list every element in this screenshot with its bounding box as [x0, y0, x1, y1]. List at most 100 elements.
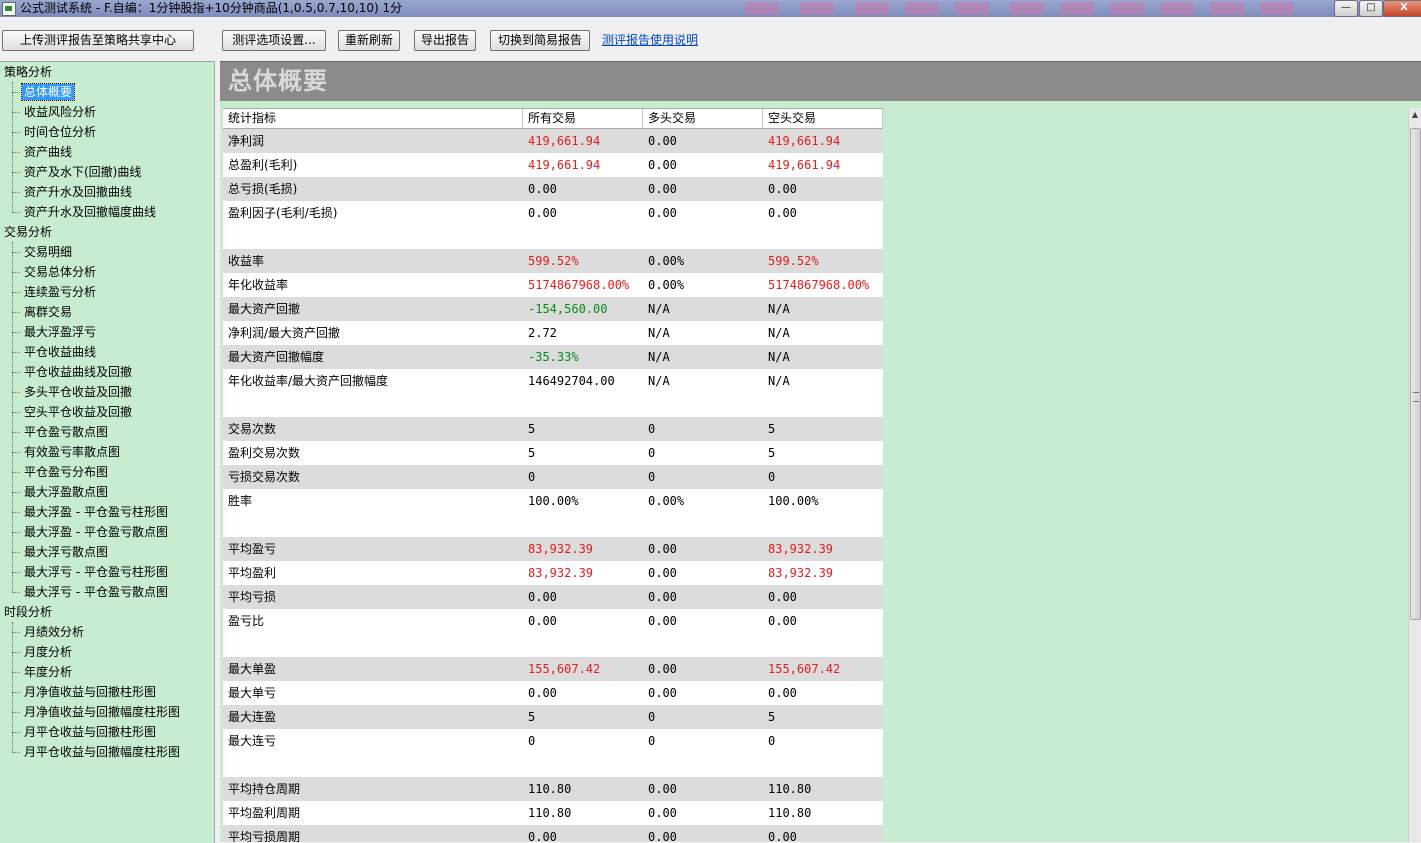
scroll-up-icon[interactable]: ▲ [1409, 108, 1421, 122]
table-row[interactable]: 盈亏比 0.00 0.00 0.00 [223, 609, 883, 657]
tree-item[interactable]: 最大浮亏 - 平仓盈亏柱形图 [0, 562, 214, 582]
table-row[interactable]: 收益率 599.52% 0.00% 599.52% [223, 249, 883, 273]
tree-item[interactable]: 最大浮盈 - 平仓盈亏柱形图 [0, 502, 214, 522]
long-trades-value: 0 [648, 422, 656, 436]
report-help-link[interactable]: 测评报告使用说明 [602, 31, 698, 48]
taskbar-blur [800, 2, 834, 15]
tree-item[interactable]: 资产升水及回撤幅度曲线 [0, 202, 214, 222]
table-row[interactable]: 总盈利(毛利) 419,661.94 0.00 419,661.94 [223, 153, 883, 177]
column-header[interactable]: 多头交易 [643, 109, 763, 128]
tree-item[interactable]: 资产及水下(回撤)曲线 [0, 162, 214, 182]
table-row[interactable]: 净利润/最大资产回撤 2.72 N/A N/A [223, 321, 883, 345]
tree-item-label: 有效盈亏率散点图 [24, 445, 121, 459]
table-row[interactable]: 年化收益率/最大资产回撤幅度 146492704.00 N/A N/A [223, 369, 883, 417]
tree-item[interactable]: 月平仓收益与回撤柱形图 [0, 722, 214, 742]
test-options-button[interactable]: 测评选项设置... [222, 30, 326, 51]
all-trades-value: 5174867968.00% [528, 278, 630, 292]
metric-name: 亏损交易次数 [228, 470, 301, 484]
metric-name: 平均盈利 [228, 566, 277, 580]
all-trades-value: -154,560.00 [528, 302, 608, 316]
tree-item[interactable]: 月净值收益与回撤幅度柱形图 [0, 702, 214, 722]
table-row[interactable]: 总亏损(毛损) 0.00 0.00 0.00 [223, 177, 883, 201]
table-row[interactable]: 平均亏损 0.00 0.00 0.00 [223, 585, 883, 609]
tree-item-label: 年度分析 [24, 665, 73, 679]
tree-item[interactable]: 交易明细 [0, 242, 214, 262]
table-row[interactable]: 平均亏损周期 0.00 0.00 0.00 [223, 825, 883, 842]
table-row[interactable]: 最大连盈 5 0 5 [223, 705, 883, 729]
tree-item[interactable]: 最大浮亏散点图 [0, 542, 214, 562]
refresh-button[interactable]: 重新刷新 [338, 30, 400, 51]
column-header[interactable]: 空头交易 [763, 109, 883, 128]
tree-item[interactable]: 总体概要 [0, 82, 214, 102]
metric-name: 胜率 [228, 494, 253, 508]
upload-report-button[interactable]: 上传测评报告至策略共享中心 [2, 30, 194, 51]
column-header[interactable]: 所有交易 [523, 109, 643, 128]
tree-item[interactable]: 资产升水及回撤曲线 [0, 182, 214, 202]
table-row[interactable]: 盈利交易次数 5 0 5 [223, 441, 883, 465]
tree-item[interactable]: 月度分析 [0, 642, 214, 662]
table-row[interactable]: 最大单亏 0.00 0.00 0.00 [223, 681, 883, 705]
tree-group-label[interactable]: 策略分析 [0, 62, 214, 82]
table-row[interactable]: 年化收益率 5174867968.00% 0.00% 5174867968.00% [223, 273, 883, 297]
tree-item[interactable]: 有效盈亏率散点图 [0, 442, 214, 462]
tree-item[interactable]: 离群交易 [0, 302, 214, 322]
all-trades-value: 0.00 [528, 590, 557, 604]
long-trades-value: 0 [648, 470, 656, 484]
tree-group-label[interactable]: 时段分析 [0, 602, 214, 622]
tree-item-label: 资产升水及回撤幅度曲线 [24, 205, 157, 219]
table-row[interactable]: 盈利因子(毛利/毛损) 0.00 0.00 0.00 [223, 201, 883, 249]
tree-item[interactable]: 最大浮盈 - 平仓盈亏散点图 [0, 522, 214, 542]
tree-item[interactable]: 年度分析 [0, 662, 214, 682]
taskbar-blur [1260, 2, 1294, 15]
tree-item[interactable]: 交易总体分析 [0, 262, 214, 282]
short-trades-value: 419,661.94 [768, 158, 841, 172]
tree-item[interactable]: 月净值收益与回撤柱形图 [0, 682, 214, 702]
table-row[interactable]: 最大资产回撤幅度 -35.33% N/A N/A [223, 345, 883, 369]
tree-item[interactable]: 收益风险分析 [0, 102, 214, 122]
section-header: 总体概要 [220, 61, 1421, 101]
tree-item[interactable]: 月绩效分析 [0, 622, 214, 642]
tree-group-label[interactable]: 交易分析 [0, 222, 214, 242]
table-row[interactable]: 平均持仓周期 110.80 0.00 110.80 [223, 777, 883, 801]
tree-item[interactable]: 空头平仓收益及回撤 [0, 402, 214, 422]
tree-item[interactable]: 平仓盈亏散点图 [0, 422, 214, 442]
tree-item[interactable]: 时间仓位分析 [0, 122, 214, 142]
all-trades-value: -35.33% [528, 350, 579, 364]
scroll-thumb[interactable] [1410, 128, 1421, 620]
table-row[interactable]: 平均盈利 83,932.39 0.00 83,932.39 [223, 561, 883, 585]
tree-item[interactable]: 最大浮盈浮亏 [0, 322, 214, 342]
tree-item[interactable]: 最大浮亏 - 平仓盈亏散点图 [0, 582, 214, 602]
export-report-button[interactable]: 导出报告 [414, 30, 476, 51]
tree-item[interactable]: 平仓收益曲线及回撤 [0, 362, 214, 382]
metric-name: 盈利因子(毛利/毛损) [228, 206, 338, 220]
close-button[interactable]: X [1383, 0, 1421, 17]
tree-item[interactable]: 最大浮盈散点图 [0, 482, 214, 502]
all-trades-value: 0.00 [528, 830, 557, 842]
tree-item[interactable]: 月平仓收益与回撤幅度柱形图 [0, 742, 214, 762]
tree-item[interactable]: 平仓盈亏分布图 [0, 462, 214, 482]
table-row[interactable]: 亏损交易次数 0 0 0 [223, 465, 883, 489]
switch-simple-report-button[interactable]: 切换到简易报告 [490, 30, 590, 51]
table-row[interactable]: 最大连亏 0 0 0 [223, 729, 883, 777]
metric-name: 最大单盈 [228, 662, 277, 676]
all-trades-value: 83,932.39 [528, 566, 594, 580]
tree-item[interactable]: 连续盈亏分析 [0, 282, 214, 302]
column-header[interactable]: 统计指标 [223, 109, 523, 128]
table-row[interactable]: 交易次数 5 0 5 [223, 417, 883, 441]
maximize-button[interactable]: □ [1359, 0, 1383, 17]
table-row[interactable]: 最大单盈 155,607.42 0.00 155,607.42 [223, 657, 883, 681]
table-row[interactable]: 最大资产回撤 -154,560.00 N/A N/A [223, 297, 883, 321]
tree-item-label: 平仓盈亏分布图 [24, 465, 109, 479]
table-row[interactable]: 平均盈利周期 110.80 0.00 110.80 [223, 801, 883, 825]
vertical-scrollbar[interactable]: ▲ [1408, 108, 1421, 842]
all-trades-value: 110.80 [528, 806, 572, 820]
table-row[interactable]: 胜率 100.00% 0.00% 100.00% [223, 489, 883, 537]
table-row[interactable]: 平均盈亏 83,932.39 0.00 83,932.39 [223, 537, 883, 561]
tree-item[interactable]: 多头平仓收益及回撤 [0, 382, 214, 402]
short-trades-value: 5 [768, 422, 776, 436]
table-row[interactable]: 净利润 419,661.94 0.00 419,661.94 [223, 129, 883, 153]
tree-item-label: 月绩效分析 [24, 625, 85, 639]
tree-item[interactable]: 平仓收益曲线 [0, 342, 214, 362]
minimize-button[interactable]: — [1334, 0, 1358, 17]
tree-item[interactable]: 资产曲线 [0, 142, 214, 162]
